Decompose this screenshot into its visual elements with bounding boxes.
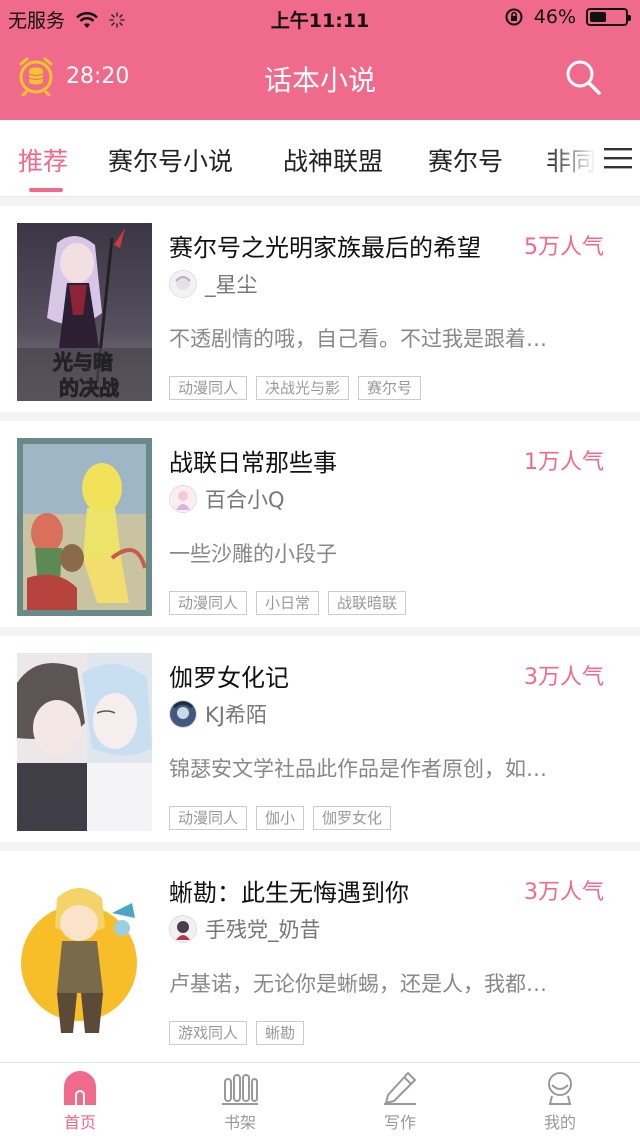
author-row[interactable]: KJ希陌	[169, 700, 267, 728]
battery-level-fill	[590, 12, 606, 22]
profile-icon	[548, 1072, 572, 1105]
bottom-navigation: 首页 书架 写作 我的	[0, 1062, 640, 1140]
nav-profile[interactable]: 我的	[510, 1071, 610, 1133]
author-avatar	[169, 700, 197, 728]
tag-list: 动漫同人 小日常 战联暗联	[169, 591, 407, 615]
category-tabs: 推荐 赛尔号小说 战神联盟 赛尔号 非同	[0, 120, 640, 197]
book-cover-image	[17, 868, 152, 1046]
active-tab-indicator	[29, 188, 63, 192]
tab-recommend[interactable]: 推荐	[18, 142, 68, 178]
search-icon[interactable]	[564, 58, 602, 96]
tab-seer-novel[interactable]: 赛尔号小说	[108, 142, 233, 178]
author-name: 手残党_奶昔	[205, 918, 321, 942]
book-tag[interactable]: 伽小	[256, 806, 305, 830]
book-cover-image	[17, 438, 152, 616]
tab-seer[interactable]: 赛尔号	[428, 142, 503, 178]
menu-icon	[604, 148, 632, 169]
tab-war-god-league[interactable]: 战神联盟	[283, 142, 383, 178]
book-tag[interactable]: 动漫同人	[169, 591, 248, 615]
book-tag[interactable]: 伽罗女化	[313, 806, 392, 830]
book-card[interactable]: 战联日常那些事 1万人气 百合小Q 一些沙雕的小段子 动漫同人 小日常 战联暗联	[0, 421, 640, 636]
book-tag[interactable]: 蜥勘	[256, 1021, 305, 1045]
author-row[interactable]: 百合小Q	[169, 485, 285, 513]
status-bar: 无服务 上午11:11 46%	[0, 0, 640, 36]
book-tag[interactable]: 小日常	[256, 591, 320, 615]
author-row[interactable]: _星尘	[169, 270, 258, 298]
author-avatar	[169, 915, 197, 943]
popularity-count: 1万人气	[524, 450, 604, 475]
book-description: 卢基诺，无论你是蜥蜴，还是人，我都…	[169, 972, 547, 996]
book-card[interactable]: 光与暗 的决战 赛尔号之光明家族最后的希望 5万人气 _星尘 不透剧情的哦，自己…	[0, 206, 640, 421]
book-tag[interactable]: 动漫同人	[169, 376, 248, 400]
home-icon	[64, 1071, 96, 1105]
author-avatar	[169, 485, 197, 513]
book-description: 锦瑟安文学社品此作品是作者原创，如…	[169, 757, 547, 781]
book-tag[interactable]: 赛尔号	[358, 376, 422, 400]
tag-list: 游戏同人 蜥勘	[169, 1021, 305, 1045]
book-title: 蜥勘：此生无悔遇到你	[169, 879, 409, 907]
author-name: _星尘	[205, 273, 258, 297]
app-header: 28:20 话本小说	[0, 36, 640, 120]
tag-list: 动漫同人 决战光与影 赛尔号	[169, 376, 422, 400]
nav-bookshelf[interactable]: 书架	[190, 1071, 290, 1133]
popularity-count: 3万人气	[524, 665, 604, 690]
book-description: 一些沙雕的小段子	[169, 542, 337, 566]
book-title: 战联日常那些事	[169, 449, 337, 477]
cover-title-line2: 的决战	[59, 376, 119, 400]
popularity-count: 5万人气	[524, 235, 604, 260]
section-divider	[0, 197, 640, 206]
nav-label: 首页	[63, 1113, 96, 1132]
battery-icon	[586, 8, 631, 26]
book-title: 伽罗女化记	[169, 664, 289, 692]
book-tag[interactable]: 战联暗联	[328, 591, 407, 615]
tabs-fade	[546, 130, 596, 186]
menu-button[interactable]	[596, 130, 640, 186]
author-avatar	[169, 270, 197, 298]
nav-write[interactable]: 写作	[350, 1071, 450, 1133]
pen-icon	[384, 1072, 416, 1105]
book-tag[interactable]: 动漫同人	[169, 806, 248, 830]
author-row[interactable]: 手残党_奶昔	[169, 915, 321, 943]
author-name: KJ希陌	[205, 703, 267, 727]
book-card[interactable]: 伽罗女化记 3万人气 KJ希陌 锦瑟安文学社品此作品是作者原创，如… 动漫同人 …	[0, 636, 640, 851]
tag-list: 动漫同人 伽小 伽罗女化	[169, 806, 392, 830]
popularity-count: 3万人气	[524, 880, 604, 905]
app-title: 话本小说	[263, 64, 376, 97]
nav-label: 书架	[223, 1113, 256, 1132]
book-description: 不透剧情的哦，自己看。不过我是跟着…	[169, 327, 547, 351]
book-tag[interactable]: 决战光与影	[256, 376, 350, 400]
book-title: 赛尔号之光明家族最后的希望	[169, 234, 481, 262]
orientation-lock-icon	[505, 8, 523, 26]
book-cover-image	[17, 653, 152, 831]
author-name: 百合小Q	[205, 488, 285, 512]
battery-percent: 46%	[533, 6, 576, 28]
book-list: 光与暗 的决战 赛尔号之光明家族最后的希望 5万人气 _星尘 不透剧情的哦，自己…	[0, 206, 640, 1057]
book-cover-image: 光与暗 的决战	[17, 223, 152, 401]
bookshelf-icon	[222, 1074, 258, 1105]
nav-label: 我的	[543, 1113, 576, 1132]
book-card[interactable]: 蜥勘：此生无悔遇到你 3万人气 手残党_奶昔 卢基诺，无论你是蜥蜴，还是人，我都…	[0, 851, 640, 1057]
nav-label: 写作	[383, 1113, 416, 1132]
cover-title-line1: 光与暗	[52, 350, 113, 374]
book-tag[interactable]: 游戏同人	[169, 1021, 248, 1045]
nav-home[interactable]: 首页	[30, 1071, 130, 1133]
